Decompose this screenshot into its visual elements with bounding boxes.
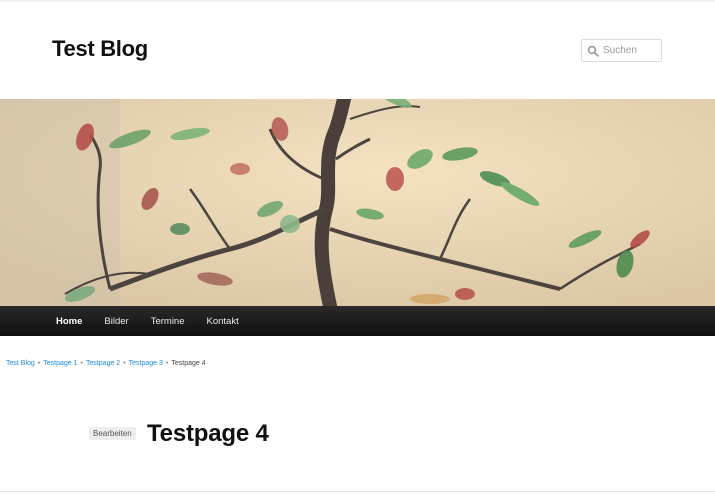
search-icon <box>587 45 599 57</box>
breadcrumb-separator: • <box>123 360 126 367</box>
main-navigation: Home Bilder Termine Kontakt <box>0 306 715 336</box>
breadcrumb-link-testpage-1[interactable]: Testpage 1 <box>43 360 77 367</box>
nav-item-kontakt[interactable]: Kontakt <box>207 316 239 327</box>
search-input[interactable] <box>603 41 661 60</box>
page-title: Testpage 4 <box>147 420 269 447</box>
nav-item-bilder[interactable]: Bilder <box>104 316 128 327</box>
breadcrumb-link-home[interactable]: Test Blog <box>6 360 35 367</box>
breadcrumb-link-testpage-2[interactable]: Testpage 2 <box>86 360 120 367</box>
breadcrumb: Test Blog • Testpage 1 • Testpage 2 • Testpage… <box>6 360 206 367</box>
edit-button[interactable]: Bearbeiten <box>89 427 136 440</box>
breadcrumb-separator: • <box>80 360 83 367</box>
bottom-divider <box>0 491 715 492</box>
breadcrumb-separator: • <box>165 360 169 367</box>
bonsai-header-image <box>0 99 715 306</box>
top-border <box>0 0 715 2</box>
breadcrumb-current: Testpage 4 <box>171 360 206 367</box>
nav-item-termine[interactable]: Termine <box>151 316 185 327</box>
search-box[interactable] <box>581 39 662 62</box>
breadcrumb-link-testpage-3[interactable]: Testpage 3 <box>129 360 163 367</box>
nav-item-home[interactable]: Home <box>56 316 82 327</box>
breadcrumb-separator: • <box>37 360 41 367</box>
site-title[interactable]: Test Blog <box>52 36 148 62</box>
header-image <box>0 99 715 306</box>
